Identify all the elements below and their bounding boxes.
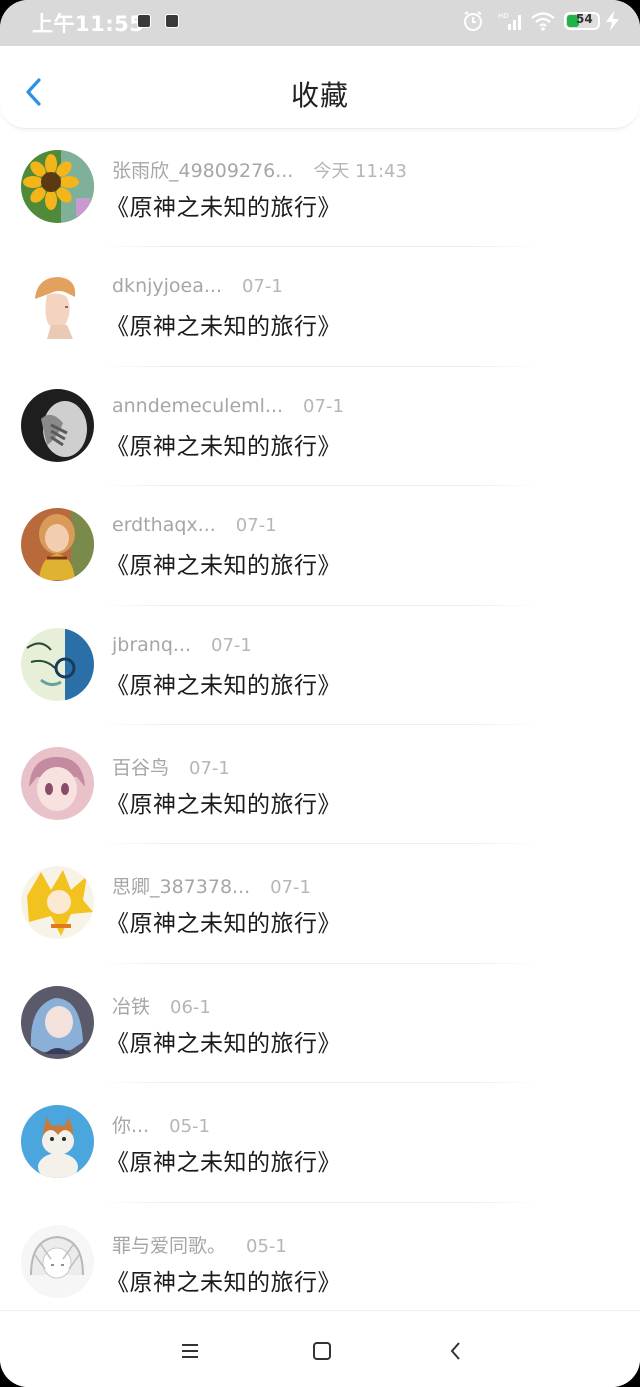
book-title: 《原神之未知的旅行》 <box>106 195 341 221</box>
app-notification-icon <box>137 14 151 28</box>
author-name: jbranq... <box>112 633 192 656</box>
item-date: 07-1 <box>235 515 277 537</box>
battery-level: 54 <box>576 12 593 26</box>
list-item[interactable]: anndemeculeml... 07-1 《原神之未知的旅行》 <box>0 367 640 487</box>
item-meta: dknjyjoea... 07-1 <box>112 275 283 301</box>
app-notification-icon <box>165 14 179 28</box>
item-meta: 思卿_387378... 07-1 <box>112 872 311 898</box>
avatar <box>21 627 94 701</box>
system-back-button[interactable] <box>444 1339 468 1363</box>
item-meta: erdthaqx... 07-1 <box>112 514 277 540</box>
list-item[interactable]: 思卿_387378... 07-1 《原神之未知的旅行》 <box>0 844 640 964</box>
book-title: 《原神之未知的旅行》 <box>106 433 341 460</box>
item-date: 07-1 <box>189 757 230 779</box>
avatar <box>21 866 94 940</box>
charging-icon <box>606 11 619 31</box>
item-date: 07-1 <box>303 395 344 417</box>
app-header: 收藏 <box>0 46 640 129</box>
author-name: 思卿_387378... <box>112 876 251 899</box>
book-title: 《原神之未知的旅行》 <box>106 1030 341 1057</box>
item-meta: 张雨欣_49809276... 今天 11:43 <box>112 156 407 182</box>
book-title: 《原神之未知的旅行》 <box>106 1150 341 1177</box>
item-date: 05-1 <box>246 1235 287 1257</box>
boy-profile-avatar-image <box>21 269 94 343</box>
signal-icon: HD <box>498 12 521 30</box>
avatar <box>21 269 94 343</box>
sketch-teal-avatar-image <box>21 627 94 701</box>
page-title: 收藏 <box>290 79 349 112</box>
anime-pink-avatar-image <box>21 746 94 820</box>
favorites-list: 张雨欣_49809276... 今天 11:43 《原神之未知的旅行》 dknjy… <box>0 128 640 1322</box>
list-item[interactable]: 张雨欣_49809276... 今天 11:43 《原神之未知的旅行》 <box>0 128 640 248</box>
author-name: 罪与爱同歌。 <box>112 1234 227 1257</box>
author-name: erdthaqx... <box>112 514 216 537</box>
list-item[interactable]: 罪与爱同歌。 05-1 《原神之未知的旅行》 <box>0 1203 640 1322</box>
svg-text:HD: HD <box>498 12 509 20</box>
author-name: 冶铁 <box>112 995 151 1018</box>
author-name: 张雨欣_49809276... <box>112 160 294 182</box>
anime-yellow-avatar-image <box>21 866 94 940</box>
item-meta: anndemeculeml... 07-1 <box>112 395 344 421</box>
system-nav-bar <box>0 1310 640 1387</box>
anime-blue-avatar-image <box>21 985 94 1059</box>
wifi-icon <box>531 12 555 31</box>
author-name: dknjyjoea... <box>112 275 222 298</box>
item-meta: 罪与爱同歌。 05-1 <box>112 1231 287 1257</box>
item-date: 06-1 <box>170 996 211 1018</box>
avatar <box>21 1105 94 1179</box>
phone-screen: 上午11:55 HD 54 收藏 张雨欣_49809276... 今天 11:4… <box>0 0 640 1387</box>
book-title: 《原神之未知的旅行》 <box>106 791 341 818</box>
book-title: 《原神之未知的旅行》 <box>106 1269 341 1296</box>
avatar <box>21 746 94 820</box>
item-meta: 你... 05-1 <box>112 1111 210 1137</box>
home-square-icon <box>313 1342 331 1360</box>
status-bar: 上午11:55 HD 54 <box>0 0 640 46</box>
avatar <box>21 508 94 582</box>
anime-sketch-avatar-image <box>21 1224 94 1298</box>
back-chevron-icon <box>450 1342 460 1360</box>
item-meta: jbranq... 07-1 <box>112 634 252 660</box>
battery-icon: 54 <box>564 12 600 30</box>
bw-portrait-avatar-image <box>21 388 94 462</box>
item-meta: 冶铁 06-1 <box>112 992 211 1018</box>
book-title: 《原神之未知的旅行》 <box>106 911 341 938</box>
sunflower-avatar-image <box>21 150 94 223</box>
home-button[interactable] <box>310 1339 334 1363</box>
status-time: 上午11:55 <box>32 12 145 36</box>
book-title: 《原神之未知的旅行》 <box>106 314 341 341</box>
list-item[interactable]: 你... 05-1 《原神之未知的旅行》 <box>0 1083 640 1203</box>
list-item[interactable]: 百谷鸟 07-1 《原神之未知的旅行》 <box>0 725 640 845</box>
girl-photo-avatar-image <box>21 508 94 582</box>
avatar <box>21 1224 94 1298</box>
menu-icon <box>182 1344 198 1358</box>
alarm-icon <box>464 11 482 31</box>
list-item[interactable]: jbranq... 07-1 《原神之未知的旅行》 <box>0 606 640 725</box>
avatar <box>21 388 94 462</box>
item-meta: 百谷鸟 07-1 <box>112 753 230 779</box>
book-title: 《原神之未知的旅行》 <box>106 553 341 580</box>
item-date: 07-1 <box>211 634 252 656</box>
avatar <box>21 150 94 223</box>
avatar <box>21 985 94 1059</box>
author-name: 百谷鸟 <box>112 756 170 779</box>
item-date: 07-1 <box>241 276 283 298</box>
item-date: 今天 11:43 <box>313 161 407 182</box>
list-item[interactable]: dknjyjoea... 07-1 《原神之未知的旅行》 <box>0 247 640 367</box>
recent-apps-button[interactable] <box>178 1339 202 1363</box>
book-title: 《原神之未知的旅行》 <box>106 672 341 699</box>
list-item[interactable]: 冶铁 06-1 《原神之未知的旅行》 <box>0 964 640 1084</box>
cat-avatar-image <box>21 1105 94 1179</box>
author-name: anndemeculeml... <box>112 394 284 417</box>
author-name: 你... <box>112 1115 150 1138</box>
item-date: 07-1 <box>270 877 312 899</box>
item-date: 05-1 <box>169 1116 210 1138</box>
list-item[interactable]: erdthaqx... 07-1 《原神之未知的旅行》 <box>0 486 640 606</box>
